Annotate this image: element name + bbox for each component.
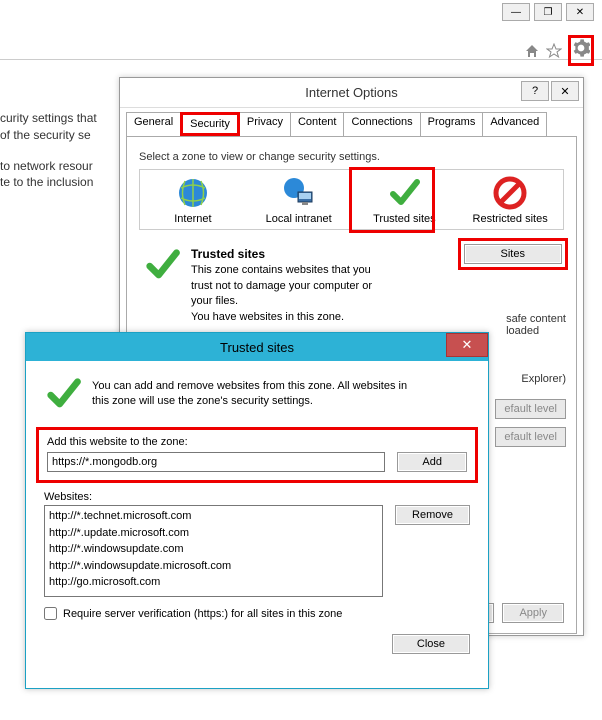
list-item[interactable]: http://*.update.microsoft.com bbox=[49, 525, 378, 542]
zone-desc-line: This zone contains websites that you bbox=[191, 264, 371, 276]
websites-label: Websites: bbox=[44, 491, 470, 503]
list-item[interactable]: http://*.technet.microsoft.com bbox=[49, 508, 378, 525]
checkmark-large-icon bbox=[143, 246, 181, 325]
browser-toolbar bbox=[524, 35, 594, 66]
tab-privacy[interactable]: Privacy bbox=[239, 112, 291, 136]
add-button[interactable]: Add bbox=[397, 452, 467, 472]
tab-programs[interactable]: Programs bbox=[420, 112, 484, 136]
trusted-sites-body: You can add and remove websites from thi… bbox=[26, 361, 488, 666]
trusted-sites-title: Trusted sites bbox=[220, 340, 294, 355]
zone-desc-line: trust not to damage your computer or bbox=[191, 280, 372, 292]
no-entry-icon bbox=[493, 176, 527, 210]
tab-content[interactable]: Content bbox=[290, 112, 345, 136]
trusted-sites-titlebar[interactable]: Trusted sites ✕ bbox=[26, 333, 488, 361]
zone-restricted-sites[interactable]: Restricted sites bbox=[457, 170, 563, 229]
list-item[interactable]: http://go.microsoft.com bbox=[49, 574, 378, 591]
tab-advanced[interactable]: Advanced bbox=[482, 112, 547, 136]
gear-icon[interactable] bbox=[572, 39, 590, 57]
custom-level-button-fragment[interactable]: efault level bbox=[495, 399, 566, 419]
remove-button[interactable]: Remove bbox=[395, 505, 470, 525]
help-button[interactable]: ? bbox=[521, 81, 549, 101]
tab-security[interactable]: Security bbox=[180, 112, 240, 136]
zone-selector: Internet Local intranet Trusted sites Re… bbox=[139, 169, 564, 230]
require-https-checkbox[interactable] bbox=[44, 607, 57, 620]
internet-options-tabstrip: General Security Privacy Content Connect… bbox=[120, 108, 583, 136]
sites-button-highlight: Sites bbox=[458, 238, 568, 270]
dialog-close-button[interactable]: ✕ bbox=[551, 81, 579, 101]
checkmark-icon bbox=[44, 375, 82, 413]
browser-chrome: — ❐ ✕ bbox=[0, 0, 602, 60]
list-item[interactable]: http://*.windowsupdate.microsoft.com bbox=[49, 558, 378, 575]
window-maximize-button[interactable]: ❐ bbox=[534, 3, 562, 21]
zone-select-label: Select a zone to view or change security… bbox=[139, 151, 564, 163]
io-fragment: safe contentloaded bbox=[506, 313, 566, 337]
window-minimize-button[interactable]: — bbox=[502, 3, 530, 21]
tab-general[interactable]: General bbox=[126, 112, 181, 136]
home-icon[interactable] bbox=[524, 43, 540, 59]
zone-desc-line: You have websites in this zone. bbox=[191, 311, 344, 323]
require-https-row: Require server verification (https:) for… bbox=[44, 607, 470, 620]
zone-label: Restricted sites bbox=[459, 213, 561, 225]
page-fragment: curity settings thatof the security se bbox=[0, 110, 115, 144]
close-button[interactable]: Close bbox=[392, 634, 470, 654]
sites-button[interactable]: Sites bbox=[464, 244, 562, 264]
intro-line: this zone will use the zone's security s… bbox=[92, 395, 313, 407]
add-website-label: Add this website to the zone: bbox=[47, 436, 467, 448]
default-level-button-fragment[interactable]: efault level bbox=[495, 427, 566, 447]
add-website-input[interactable] bbox=[47, 452, 385, 472]
intro-line: You can add and remove websites from thi… bbox=[92, 380, 407, 392]
page-fragment: to network resourte to the inclusion bbox=[0, 158, 115, 192]
internet-options-titlebar[interactable]: Internet Options ? ✕ bbox=[120, 78, 583, 108]
websites-listbox[interactable]: http://*.technet.microsoft.com http://*.… bbox=[44, 505, 383, 597]
tab-connections[interactable]: Connections bbox=[343, 112, 420, 136]
add-website-highlight: Add this website to the zone: Add bbox=[36, 427, 478, 483]
background-page-text: curity settings thatof the security se t… bbox=[0, 110, 115, 205]
zone-desc-line: your files. bbox=[191, 295, 238, 307]
trusted-sites-dialog: Trusted sites ✕ You can add and remove w… bbox=[25, 332, 489, 689]
list-item[interactable]: http://*.windowsupdate.com bbox=[49, 541, 378, 558]
internet-options-title: Internet Options bbox=[305, 85, 398, 100]
zone-desc-title: Trusted sites bbox=[191, 247, 265, 261]
apply-button[interactable]: Apply bbox=[502, 603, 564, 623]
window-close-button[interactable]: ✕ bbox=[566, 3, 594, 21]
require-https-label: Require server verification (https:) for… bbox=[63, 608, 342, 620]
zone-internet[interactable]: Internet bbox=[140, 170, 246, 229]
favorites-star-icon[interactable] bbox=[546, 43, 562, 59]
globe-icon bbox=[176, 176, 210, 210]
trusted-sites-intro: You can add and remove websites from thi… bbox=[44, 375, 470, 413]
tools-gear-highlight bbox=[568, 35, 594, 66]
zone-local-intranet[interactable]: Local intranet bbox=[246, 170, 352, 229]
zone-label: Local intranet bbox=[248, 213, 350, 225]
zone-label: Internet bbox=[142, 213, 244, 225]
window-controls: — ❐ ✕ bbox=[502, 3, 594, 21]
trusted-sites-close-button[interactable]: ✕ bbox=[446, 333, 488, 357]
zone-description: Trusted sites This zone contains website… bbox=[139, 240, 564, 331]
trusted-sites-highlight bbox=[349, 167, 435, 233]
io-fragment: Explorer) bbox=[521, 373, 566, 385]
intranet-icon bbox=[282, 176, 316, 210]
